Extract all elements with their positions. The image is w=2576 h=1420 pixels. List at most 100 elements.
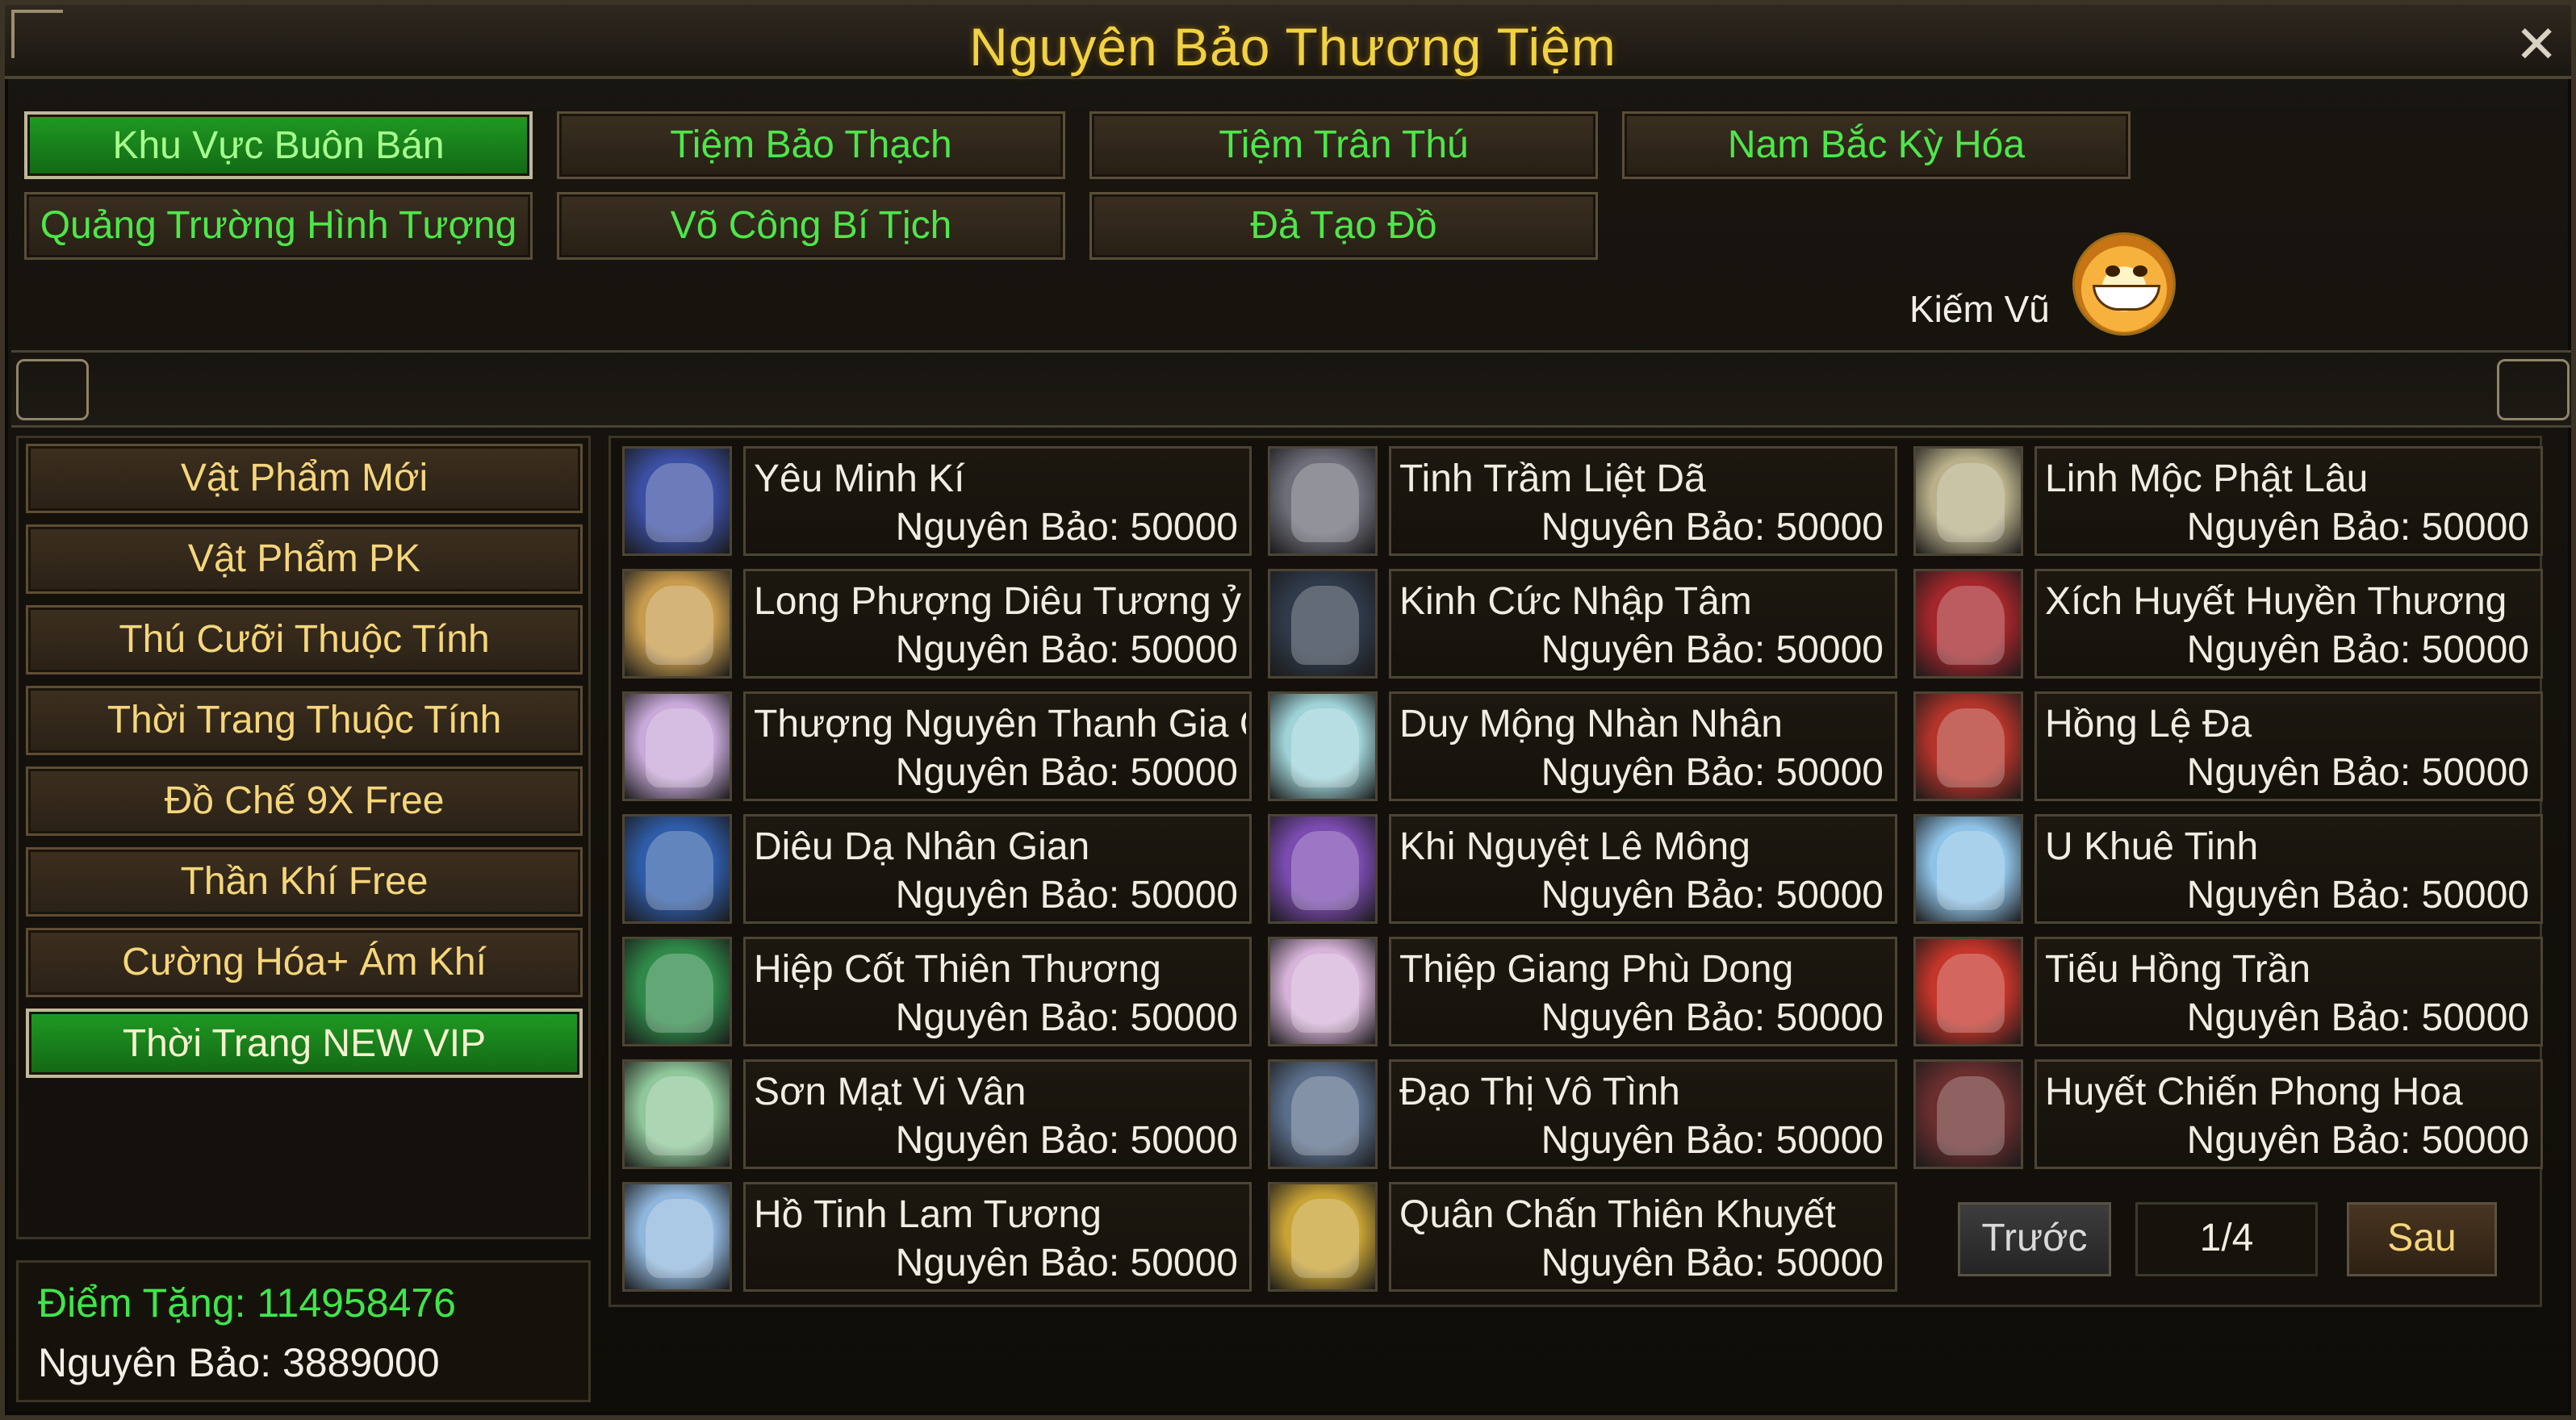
category-item[interactable]: Cường Hóa+ Ám Khí [26, 928, 583, 997]
item-icon[interactable] [1268, 937, 1378, 1046]
item-icon[interactable] [622, 814, 732, 924]
item-icon[interactable] [622, 1182, 732, 1292]
item-info: Yêu Minh Kí Nguyên Bảo: 50000 [743, 446, 1252, 556]
close-icon[interactable]: ✕ [2508, 16, 2565, 73]
page-indicator: 1/4 [2135, 1202, 2318, 1276]
item-icon[interactable] [622, 446, 732, 556]
category-item[interactable]: Vật Phẩm Mới [26, 444, 583, 513]
item-icon[interactable] [622, 937, 732, 1046]
item-price: Nguyên Bảo: 50000 [1541, 751, 1884, 794]
shop-item[interactable]: Tinh Trầm Liệt Dã Nguyên Bảo: 50000 [1268, 446, 1897, 556]
tab-khu-vuc-buon-ban[interactable]: Khu Vực Buôn Bán [24, 111, 533, 179]
shop-item[interactable]: Xích Huyết Huyền Thương Nguyên Bảo: 50000 [1913, 569, 2543, 679]
item-info: Linh Mộc Phật Lâu Nguyên Bảo: 50000 [2034, 446, 2543, 556]
item-info: Tiếu Hồng Trần Nguyên Bảo: 50000 [2034, 937, 2543, 1046]
tab-quang-truong-hinh-tuong[interactable]: Quảng Trường Hình Tượng [24, 192, 533, 260]
shop-tabs: Khu Vực Buôn Bán Tiệm Bảo Thạch Tiệm Trâ… [5, 79, 2571, 345]
category-item[interactable]: Vật Phẩm PK [26, 524, 583, 594]
item-info: Đạo Thị Vô Tình Nguyên Bảo: 50000 [1389, 1059, 1897, 1169]
item-info: Thiệp Giang Phù Dong Nguyên Bảo: 50000 [1389, 937, 1897, 1046]
user-name: Kiếm Vũ [1909, 288, 2050, 330]
item-price: Nguyên Bảo: 50000 [895, 874, 1238, 917]
item-name: Thiệp Giang Phù Dong [1399, 948, 1794, 991]
shop-item[interactable]: Hồng Lệ Đa Nguyên Bảo: 50000 [1913, 691, 2543, 801]
shop-window: Nguyên Bảo Thương Tiệm ✕ Khu Vực Buôn Bá… [0, 0, 2576, 1420]
item-price: Nguyên Bảo: 50000 [1541, 996, 1884, 1039]
tab-tiem-bao-thach[interactable]: Tiệm Bảo Thạch [557, 111, 1065, 179]
category-item[interactable]: Thú Cưỡi Thuộc Tính [26, 605, 583, 674]
item-info: Quân Chấn Thiên Khuyết Nguyên Bảo: 50000 [1389, 1182, 1897, 1292]
shop-item[interactable]: Đạo Thị Vô Tình Nguyên Bảo: 50000 [1268, 1059, 1897, 1169]
item-name: Sơn Mạt Vi Vân [754, 1071, 1027, 1113]
tab-nam-bac-ky-hoa[interactable]: Nam Bắc Kỳ Hóa [1622, 111, 2131, 179]
item-info: Hiệp Cốt Thiên Thương Nguyên Bảo: 50000 [743, 937, 1252, 1046]
item-icon[interactable] [1913, 937, 2023, 1046]
item-icon[interactable] [1268, 691, 1378, 801]
item-icon[interactable] [1268, 1059, 1378, 1169]
category-item[interactable]: Thần Khí Free [26, 847, 583, 917]
item-icon[interactable] [1268, 814, 1378, 924]
item-name: Hồng Lệ Đa [2045, 703, 2252, 746]
tab-tiem-tran-thu[interactable]: Tiệm Trân Thú [1089, 111, 1598, 179]
category-list: Vật Phẩm Mới Vật Phẩm PK Thú Cưỡi Thuộc Tí… [16, 436, 589, 1242]
item-name: Khi Nguyệt Lê Mông [1399, 825, 1750, 868]
shop-item[interactable]: U Khuê Tinh Nguyên Bảo: 50000 [1913, 814, 2543, 924]
item-price: Nguyên Bảo: 50000 [1541, 506, 1884, 549]
tab-vo-cong-bi-tich[interactable]: Võ Công Bí Tịch [557, 192, 1065, 260]
avatar[interactable] [2072, 232, 2176, 336]
item-name: Thượng Nguyên Thanh Gia C [754, 703, 1246, 746]
item-name: Hiệp Cốt Thiên Thương [754, 948, 1161, 991]
category-item[interactable]: Thời Trang NEW VIP [26, 1009, 583, 1078]
item-price: Nguyên Bảo: 50000 [895, 629, 1238, 671]
shop-item[interactable]: Kinh Cức Nhập Tâm Nguyên Bảo: 50000 [1268, 569, 1897, 679]
shop-item[interactable]: Duy Mộng Nhàn Nhân Nguyên Bảo: 50000 [1268, 691, 1897, 801]
item-info: Tinh Trầm Liệt Dã Nguyên Bảo: 50000 [1389, 446, 1897, 556]
ingot-balance: Nguyên Bảo: 3889000 [38, 1340, 440, 1385]
item-icon[interactable] [1913, 569, 2023, 679]
shop-item[interactable]: Long Phượng Diêu Tương ỷ Nguyên Bảo: 5000… [622, 569, 1252, 679]
shop-item[interactable]: Diêu Dạ Nhân Gian Nguyên Bảo: 50000 [622, 814, 1252, 924]
item-info: Sơn Mạt Vi Vân Nguyên Bảo: 50000 [743, 1059, 1252, 1169]
shop-item[interactable]: Hồ Tinh Lam Tương Nguyên Bảo: 50000 [622, 1182, 1252, 1292]
item-name: Xích Huyết Huyền Thương [2045, 580, 2507, 623]
item-info: Khi Nguyệt Lê Mông Nguyên Bảo: 50000 [1389, 814, 1897, 924]
item-info: Kinh Cức Nhập Tâm Nguyên Bảo: 50000 [1389, 569, 1897, 679]
shop-item[interactable]: Thiệp Giang Phù Dong Nguyên Bảo: 50000 [1268, 937, 1897, 1046]
divider-bar [11, 350, 2571, 428]
shop-item[interactable]: Linh Mộc Phật Lâu Nguyên Bảo: 50000 [1913, 446, 2543, 556]
item-price: Nguyên Bảo: 50000 [895, 506, 1238, 549]
shop-item[interactable]: Khi Nguyệt Lê Mông Nguyên Bảo: 50000 [1268, 814, 1897, 924]
item-icon[interactable] [1913, 446, 2023, 556]
shop-item[interactable]: Tiếu Hồng Trần Nguyên Bảo: 50000 [1913, 937, 2543, 1046]
item-icon[interactable] [1913, 814, 2023, 924]
item-name: Đạo Thị Vô Tình [1399, 1071, 1680, 1113]
account-panel: Điểm Tặng: 114958476 Nguyên Bảo: 3889000 [16, 1260, 591, 1402]
shop-item[interactable]: Huyết Chiến Phong Hoa Nguyên Bảo: 50000 [1913, 1059, 2543, 1169]
avatar-mouth-icon [2093, 285, 2160, 311]
shop-item[interactable]: Sơn Mạt Vi Vân Nguyên Bảo: 50000 [622, 1059, 1252, 1169]
shop-item[interactable]: Yêu Minh Kí Nguyên Bảo: 50000 [622, 446, 1252, 556]
item-icon[interactable] [1268, 446, 1378, 556]
shop-item[interactable]: Quân Chấn Thiên Khuyết Nguyên Bảo: 50000 [1268, 1182, 1897, 1292]
item-icon[interactable] [1913, 691, 2023, 801]
item-price: Nguyên Bảo: 50000 [2186, 629, 2529, 671]
item-icon[interactable] [622, 1059, 732, 1169]
item-info: Diêu Dạ Nhân Gian Nguyên Bảo: 50000 [743, 814, 1252, 924]
prev-page-button[interactable]: Trước [1958, 1202, 2111, 1276]
item-name: Linh Mộc Phật Lâu [2045, 457, 2369, 500]
item-icon[interactable] [1913, 1059, 2023, 1169]
item-icon[interactable] [622, 691, 732, 801]
item-icon[interactable] [1268, 1182, 1378, 1292]
item-name: Tiếu Hồng Trần [2045, 948, 2311, 991]
ornament-icon [2497, 359, 2570, 420]
tab-da-tao-do[interactable]: Đả Tạo Đồ [1089, 192, 1598, 260]
shop-item[interactable]: Thượng Nguyên Thanh Gia C Nguyên Bảo: 500… [622, 691, 1252, 801]
shop-item[interactable]: Hiệp Cốt Thiên Thương Nguyên Bảo: 50000 [622, 937, 1252, 1046]
category-item[interactable]: Thời Trang Thuộc Tính [26, 686, 583, 755]
item-icon[interactable] [622, 569, 732, 679]
category-item[interactable]: Đồ Chế 9X Free [26, 766, 583, 836]
item-icon[interactable] [1268, 569, 1378, 679]
item-name: Huyết Chiến Phong Hoa [2045, 1071, 2463, 1113]
item-name: Duy Mộng Nhàn Nhân [1399, 703, 1783, 746]
next-page-button[interactable]: Sau [2347, 1202, 2497, 1276]
